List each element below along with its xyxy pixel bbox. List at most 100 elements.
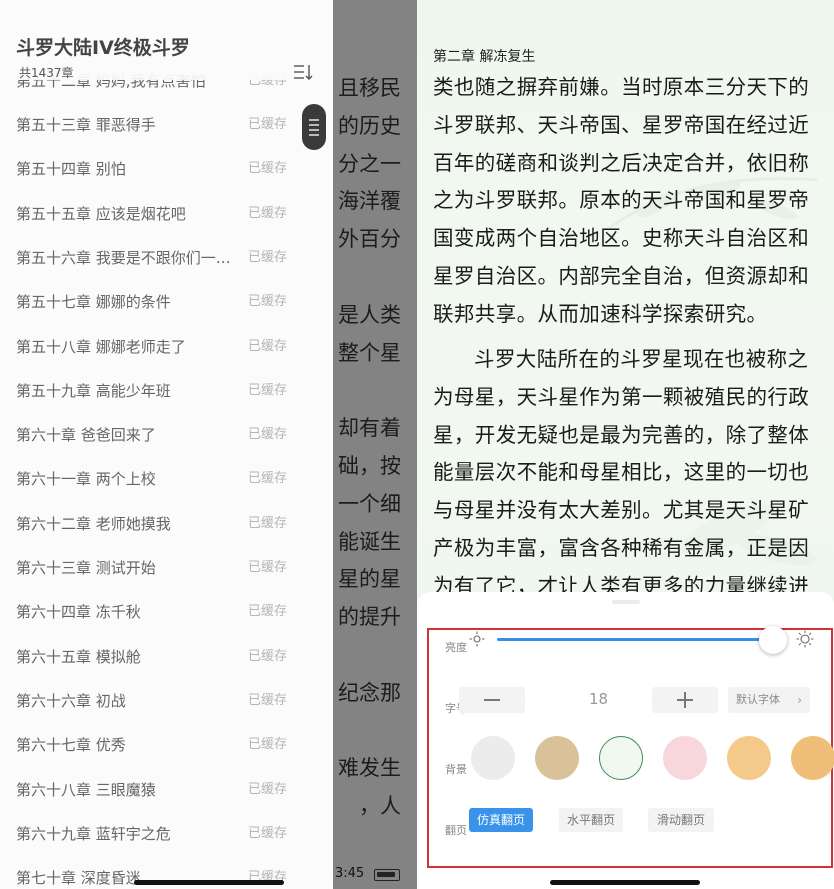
chapter-title: 第五十四章 别怕 [16, 160, 126, 179]
brightness-high-icon [796, 630, 814, 648]
book-title: 斗罗大陆IV终极斗罗 [16, 37, 190, 59]
chapter-cache-status: 已缓存 [248, 515, 288, 531]
reader-text-line: 础，按 [338, 454, 401, 478]
chapter-cache-status: 已缓存 [248, 382, 288, 398]
chapter-row[interactable]: 第五十七章 娜娜的条件 已缓存 [0, 280, 333, 324]
chapter-title: 第六十三章 测试开始 [16, 559, 156, 577]
chapter-cache-status: 已缓存 [248, 427, 288, 443]
chapter-cache-status: 已缓存 [248, 604, 288, 620]
chapter-row[interactable]: 第六十三章 测试开始 已缓存 [0, 546, 333, 590]
chapter-title: 第六十五章 模拟舱 [16, 647, 141, 666]
chapter-cache-status: 已缓存 [248, 249, 288, 265]
chapter-title: 第六十二章 老师她摸我 [16, 514, 171, 533]
chapter-row[interactable]: 第五十五章 应该是烟花吧 已缓存 [0, 192, 333, 236]
font-face-label: 默认字体 [736, 693, 780, 706]
reader-text-line: 一个细 [338, 491, 401, 516]
chapter-row[interactable]: 第五十三章 罪恶得手 已缓存 [0, 103, 333, 147]
reader-page-behind-drawer[interactable]: 且移民 的历史 分之一 海洋覆 外百分 是人类 整个星 却有着 础，按 一个细 能诞生 星的星 的提升纪… [333, 0, 417, 889]
chapter-title: 第六十九章 蓝轩宇之危 [16, 824, 171, 843]
fast-scroll-handle[interactable] [302, 104, 326, 150]
background-swatch-apricot[interactable] [727, 736, 771, 780]
battery-icon [374, 869, 400, 881]
background-swatch-gray[interactable] [471, 736, 515, 780]
chapter-title: 第六十七章 优秀 [16, 736, 126, 755]
font-size-value: 18 [589, 690, 609, 708]
page-turn-mode-button[interactable]: 滑动翻页 [648, 808, 714, 832]
page-turn-mode-button[interactable]: 仿真翻页 [469, 808, 533, 832]
chapter-row[interactable]: 第六十二章 老师她摸我 已缓存 [0, 502, 333, 546]
font-increase-button[interactable] [652, 687, 718, 713]
settings-highlight-box: 亮度 字号 18 默认字体 › 背景 翻页 仿真翻页 水平翻页 滑动翻页 [427, 626, 834, 868]
font-decrease-button[interactable] [459, 687, 525, 713]
reading-paragraph[interactable]: 斗罗大陆所在的斗罗星现在也被称之为母星，天斗星作为第一颗被殖民的行政星，开发无疑… [433, 341, 823, 596]
reading-paragraph[interactable]: 类也随之摒弃前嫌。当时原本三分天下的斗罗联邦、天斗帝国、星罗帝国在经过近百年的磋… [433, 69, 823, 334]
reader-text-line: 能诞生 [338, 529, 401, 554]
chapter-drawer: 第五十二章 妈妈,我有点害怕 已缓存 第五十三章 罪恶得手 已缓存 第五十四章 别怕… [0, 0, 333, 889]
brightness-label: 亮度 [445, 641, 467, 654]
reader-text-line: 是人类 [338, 302, 401, 327]
chapter-title: 第五十九章 高能少年班 [16, 381, 171, 400]
chapter-cache-status: 已缓存 [248, 161, 288, 177]
background-swatch-green-leaf[interactable] [599, 736, 643, 780]
chapter-cache-status: 已缓存 [248, 294, 288, 310]
chapter-title: 第六十一章 两个上校 [16, 470, 156, 489]
chapter-row[interactable]: 第五十四章 别怕 已缓存 [0, 147, 333, 191]
page-turn-mode-button[interactable]: 水平翻页 [559, 808, 623, 832]
reader-text-line: 难发生 [338, 756, 401, 781]
reader-text-line: 外百分 [338, 227, 401, 252]
chapter-row[interactable]: 第六十五章 模拟舱 已缓存 [0, 635, 333, 679]
brightness-slider[interactable] [497, 626, 787, 654]
left-phone-screen: 且移民 的历史 分之一 海洋覆 外百分 是人类 整个星 却有着 础，按 一个细 能诞生 星的星 的提升纪… [0, 0, 417, 889]
font-face-button[interactable]: 默认字体 › [728, 687, 810, 713]
reader-text-line: 的历史 [338, 113, 401, 138]
chapter-title: 第六十六章 初战 [16, 691, 126, 710]
reader-text-line [333, 372, 417, 408]
chapter-row[interactable]: 第六十六章 初战 已缓存 [0, 679, 333, 723]
chapter-cache-status: 已缓存 [248, 560, 288, 575]
brightness-low-icon [469, 631, 485, 647]
chapter-row[interactable]: 第六十七章 优秀 已缓存 [0, 723, 333, 767]
chapter-count: 共1437章 [19, 66, 74, 80]
chapter-title: 第六十四章 冻千秋 [16, 603, 141, 622]
chapter-cache-status: 已缓存 [248, 825, 288, 841]
brightness-slider-thumb[interactable] [758, 626, 787, 654]
chapter-row[interactable]: 第五十九章 高能少年班 已缓存 [0, 369, 333, 413]
chapter-cache-status: 已缓存 [248, 117, 288, 132]
chapter-title: 第五十七章 娜娜的条件 [16, 293, 171, 312]
chapter-row[interactable]: 第五十八章 娜娜老师走了 已缓存 [0, 325, 333, 369]
chapter-title: 第五十五章 应该是烟花吧 [16, 204, 186, 223]
background-swatch-orange[interactable] [791, 736, 834, 780]
chapter-row[interactable]: 第五十六章 我要是不跟你们一起呢 已缓存 [0, 236, 333, 280]
chapter-cache-status: 已缓存 [248, 205, 288, 221]
reader-text-line: 纪念那 [338, 680, 401, 705]
chapter-cache-status: 已缓存 [248, 737, 288, 753]
chapter-cache-status: 已缓存 [248, 692, 288, 708]
background-swatch-pink-blossom[interactable] [663, 736, 707, 780]
home-indicator[interactable] [134, 880, 284, 885]
drawer-header: 斗罗大陆IV终极斗罗 共1437章 [0, 0, 333, 80]
chapter-row[interactable]: 第六十九章 蓝轩宇之危 已缓存 [0, 812, 333, 856]
reader-text-line: 分之一 [338, 151, 401, 176]
chapter-title: 第六十八章 三眼魔猿 [16, 780, 156, 799]
status-time: 3:45 [335, 866, 365, 881]
chapter-heading: 第二章 解冻复生 [433, 49, 536, 65]
reader-text-line [333, 637, 417, 673]
page-turn-label: 翻页 [445, 824, 467, 837]
chapter-row[interactable]: 第六十一章 两个上校 已缓存 [0, 457, 333, 501]
reader-text-line: 却有着 [338, 416, 401, 441]
background-swatch-khaki[interactable] [535, 736, 579, 780]
reader-text-line: 整个星 [338, 340, 401, 365]
sort-order-icon[interactable] [293, 63, 313, 81]
chapter-title: 第五十三章 罪恶得手 [16, 116, 156, 134]
chapter-row[interactable]: 第六十章 爸爸回来了 已缓存 [0, 413, 333, 457]
reader-text-line: 海洋覆 [338, 189, 401, 214]
chapter-cache-status: 已缓存 [248, 471, 288, 487]
panel-drag-handle[interactable] [612, 600, 640, 604]
chapter-row[interactable]: 第六十四章 冻千秋 已缓存 [0, 590, 333, 634]
reader-text-line: 且移民 [338, 76, 401, 100]
home-indicator[interactable] [550, 880, 700, 885]
reader-text-line: ，人 [359, 794, 401, 819]
chapter-row[interactable]: 第六十八章 三眼魔猿 已缓存 [0, 768, 333, 812]
chapter-title: 第五十六章 我要是不跟你们一起呢 [16, 248, 231, 267]
chapter-cache-status: 已缓存 [248, 648, 288, 664]
